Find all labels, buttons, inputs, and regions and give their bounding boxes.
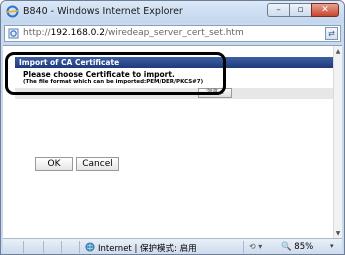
zoom-dropdown-icon[interactable]: ▾ (330, 242, 334, 250)
minimize-button[interactable]: – (267, 3, 289, 17)
status-bar: Internet | 保护模式: 启用 ⟲ ▾ 🔍 85% ▾ (3, 238, 342, 254)
import-ca-panel: Import of CA Certificate Please choose C… (15, 57, 333, 99)
page-icon (8, 28, 19, 39)
action-buttons: OK Cancel (35, 157, 119, 171)
zoom-level[interactable]: 🔍 85% (281, 242, 313, 252)
globe-icon (85, 242, 95, 252)
url-path: /wiredeap_server_cert_set.htm (104, 28, 244, 38)
compatibility-view-icon[interactable]: ⇄ (325, 27, 338, 40)
internet-explorer-icon (6, 5, 19, 18)
protected-mode-icon[interactable]: ⟲ ▾ (249, 242, 262, 251)
ok-button[interactable]: OK (35, 157, 73, 171)
panel-header: Import of CA Certificate (15, 57, 333, 68)
browse-button[interactable]: 浏览... (198, 88, 232, 98)
file-format-text: (The file format which can be imported:P… (23, 79, 204, 85)
maximize-button[interactable]: ▫ (289, 3, 311, 17)
close-button[interactable]: ✕ (311, 3, 339, 17)
vertical-scrollbar[interactable]: ▲ ▼ (333, 46, 342, 239)
status-divider (79, 241, 80, 253)
title-bar: B840 - Windows Internet Explorer – ▫ ✕ (1, 1, 344, 23)
status-divider (243, 241, 244, 253)
url-prefix: http:// (23, 28, 51, 38)
window-title: B840 - Windows Internet Explorer (23, 6, 183, 17)
status-divider (61, 241, 62, 253)
scroll-up-icon[interactable]: ▲ (334, 48, 342, 55)
url-domain: 192.168.0.2 (50, 28, 105, 38)
scroll-down-icon[interactable]: ▼ (334, 230, 342, 237)
status-divider (23, 241, 24, 253)
security-zone-text[interactable]: Internet | 保护模式: 启用 (98, 242, 197, 254)
browser-window: B840 - Windows Internet Explorer – ▫ ✕ h… (0, 0, 345, 255)
window-controls: – ▫ ✕ (267, 3, 339, 19)
address-bar[interactable]: http://192.168.0.2/wiredeap_server_cert_… (4, 25, 341, 42)
address-url[interactable]: http://192.168.0.2/wiredeap_server_cert_… (23, 28, 244, 38)
choose-certificate-text: Please choose Certificate to import. (23, 70, 175, 79)
file-input-row[interactable]: 浏览... (15, 88, 333, 99)
page-content: Import of CA Certificate Please choose C… (3, 45, 342, 239)
cancel-button[interactable]: Cancel (76, 157, 119, 171)
panel-body: Please choose Certificate to import. (Th… (15, 68, 333, 88)
status-divider (43, 241, 44, 253)
